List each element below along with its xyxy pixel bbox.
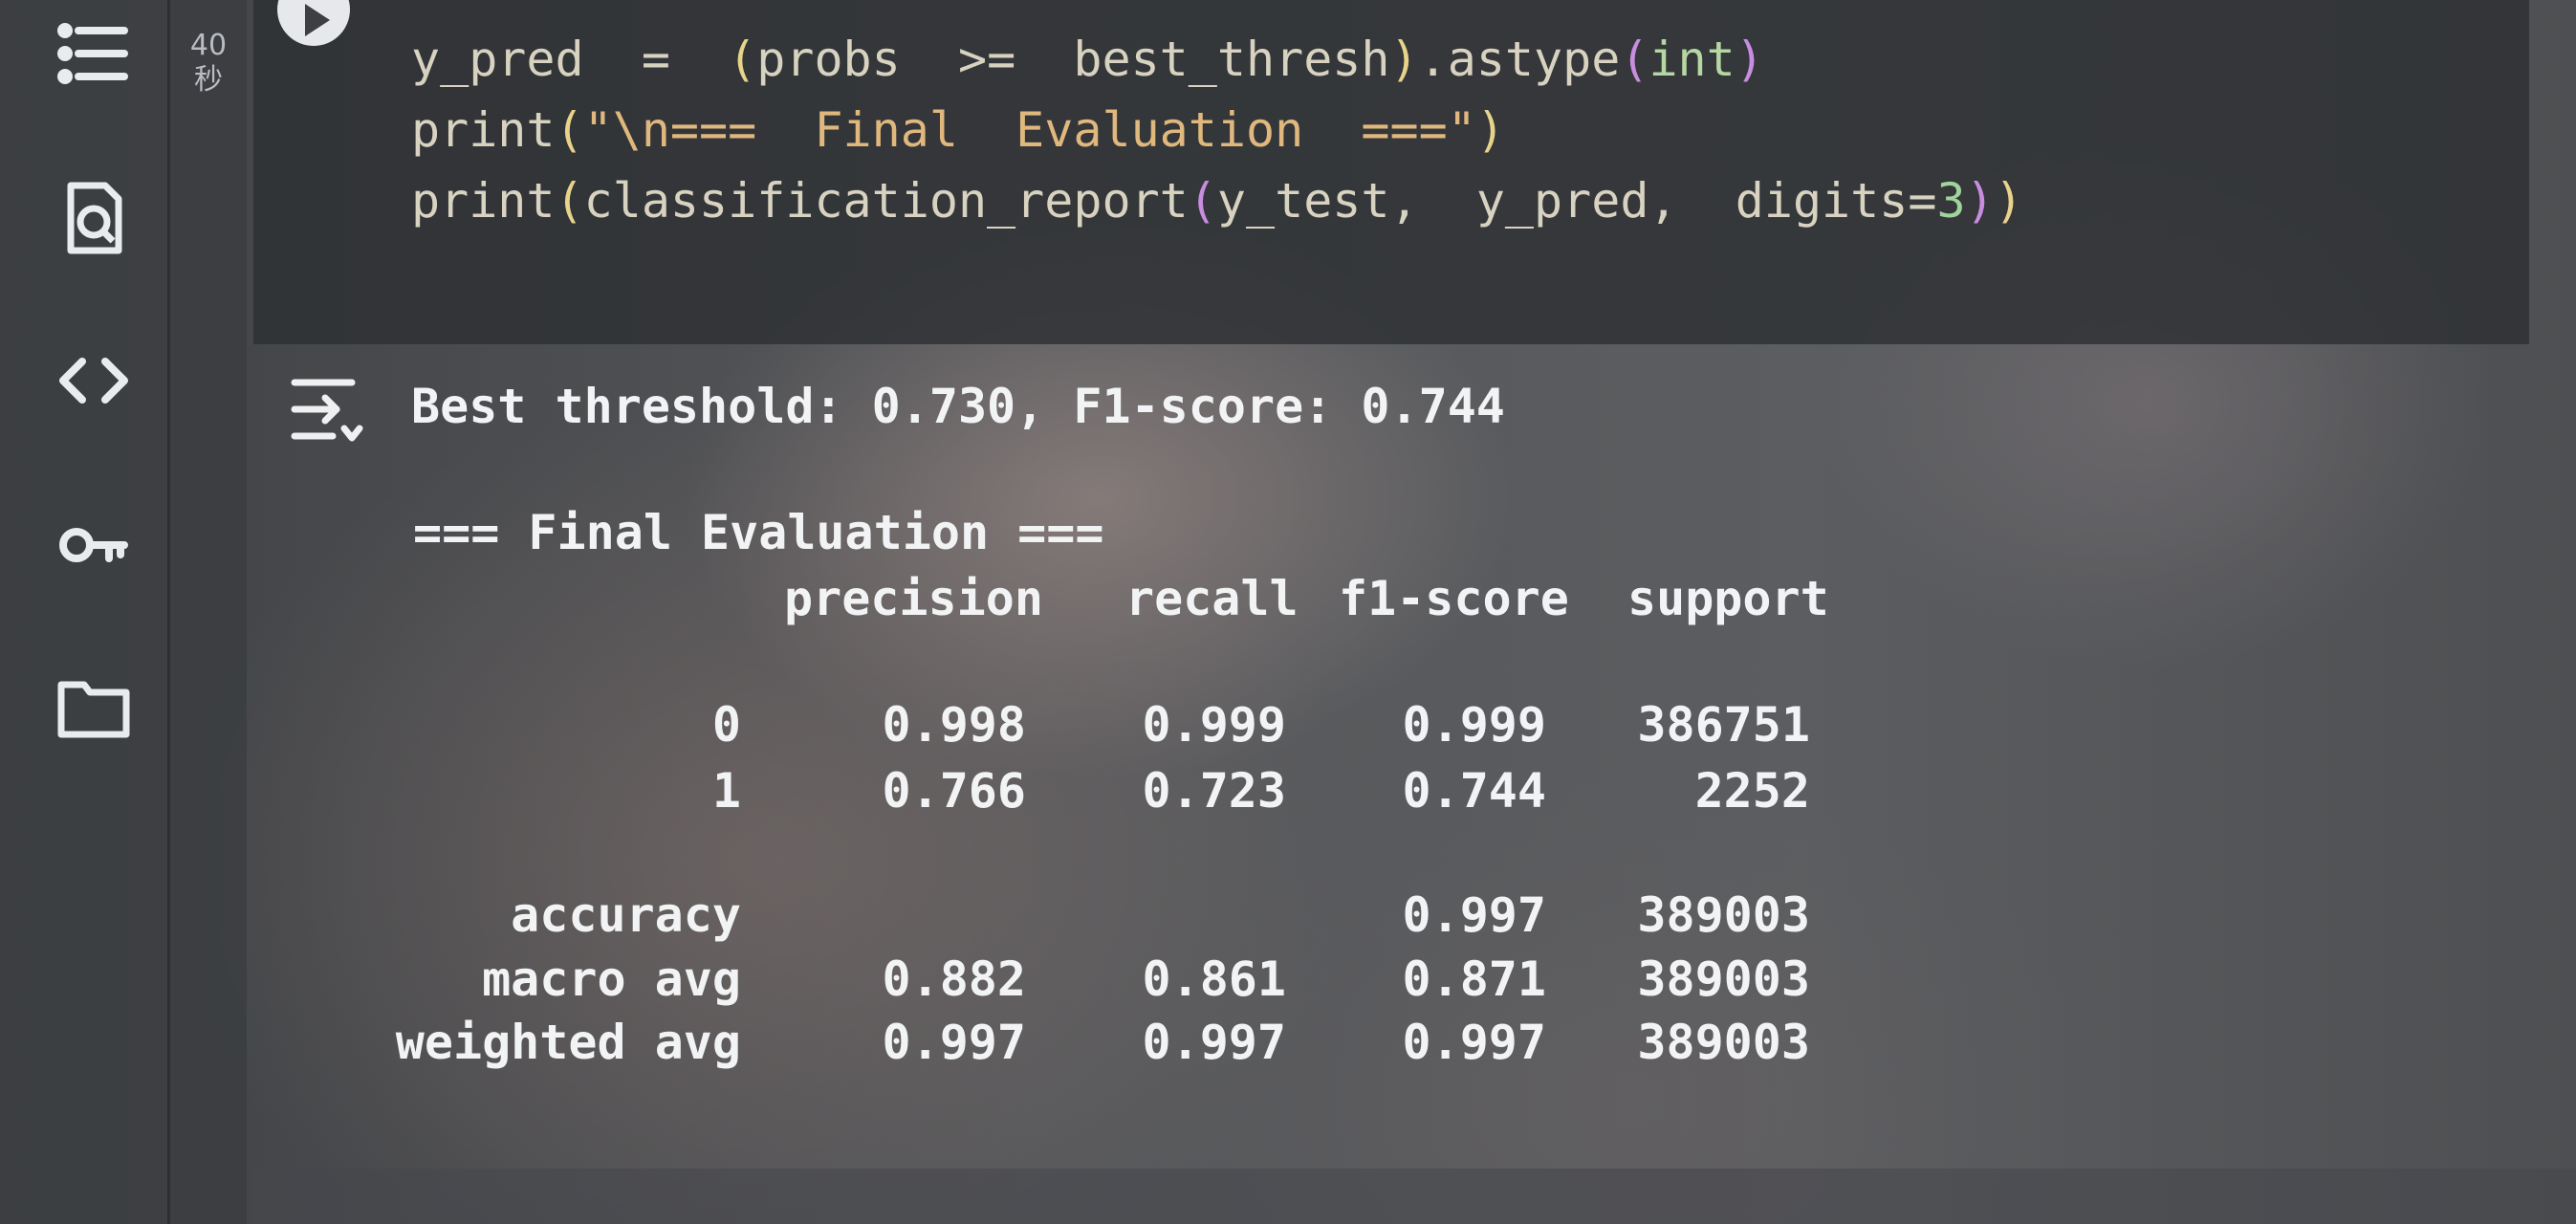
code-cell[interactable]: y_pred = (probs >= best_thresh).astype(i… <box>253 0 2529 344</box>
execution-count: 40 秒 <box>189 29 228 97</box>
report-cell-f1: 0.871 <box>1402 951 1546 1007</box>
report-cell-support: 2252 <box>1694 763 1810 819</box>
header-recall: recall <box>1125 571 1299 626</box>
report-cell-label: weighted avg <box>395 1015 741 1070</box>
report-cell-support: 386751 <box>1637 697 1810 753</box>
header-support: support <box>1627 571 1829 626</box>
play-icon <box>305 4 330 36</box>
report-cell-support: 389003 <box>1637 951 1810 1007</box>
report-cell-label: accuracy <box>511 887 741 943</box>
report-cell-precision: 0.998 <box>882 697 1026 753</box>
report-cell-precision: 0.997 <box>882 1015 1026 1070</box>
report-cell-recall: 0.997 <box>1142 1015 1286 1070</box>
report-cell-f1: 0.997 <box>1402 1015 1546 1070</box>
report-cell-precision: 0.882 <box>882 951 1026 1007</box>
report-cell-f1: 0.997 <box>1402 887 1546 943</box>
find-icon[interactable] <box>46 170 142 266</box>
report-cell-label: 0 <box>711 697 741 753</box>
header-f1-score: f1-score <box>1339 571 1569 626</box>
files-folder-icon[interactable] <box>46 660 142 755</box>
report-cell-recall: 0.861 <box>1142 951 1286 1007</box>
code-line-3: print(classification_report(y_test, y_pr… <box>411 173 2023 229</box>
report-cell-precision: 0.766 <box>882 763 1026 819</box>
code-line-1: y_pred = (probs >= best_thresh).astype(i… <box>411 32 1764 87</box>
table-of-contents-icon[interactable] <box>46 6 142 101</box>
output-toggle-icon[interactable] <box>287 371 363 448</box>
report-cell-f1: 0.999 <box>1402 697 1546 753</box>
report-cell-recall: 0.999 <box>1142 697 1286 753</box>
report-cell-f1: 0.744 <box>1402 763 1546 819</box>
evaluation-title: === Final Evaluation === <box>413 505 1104 560</box>
code-snippets-icon[interactable] <box>46 333 142 428</box>
report-cell-support: 389003 <box>1637 1015 1810 1070</box>
secrets-key-icon[interactable] <box>46 497 142 593</box>
best-threshold-line: Best threshold: 0.730, F1-score: 0.744 <box>411 379 1505 434</box>
report-cell-label: 1 <box>711 763 741 819</box>
report-cell-label: macro avg <box>482 951 741 1007</box>
header-precision: precision <box>784 571 1043 626</box>
code-line-2: print("\n=== Final Evaluation ===") <box>411 102 1505 158</box>
cell-gutter <box>170 0 247 1224</box>
report-cell-support: 389003 <box>1637 887 1810 943</box>
report-cell-recall: 0.723 <box>1142 763 1286 819</box>
bottom-strip <box>253 1169 2576 1224</box>
